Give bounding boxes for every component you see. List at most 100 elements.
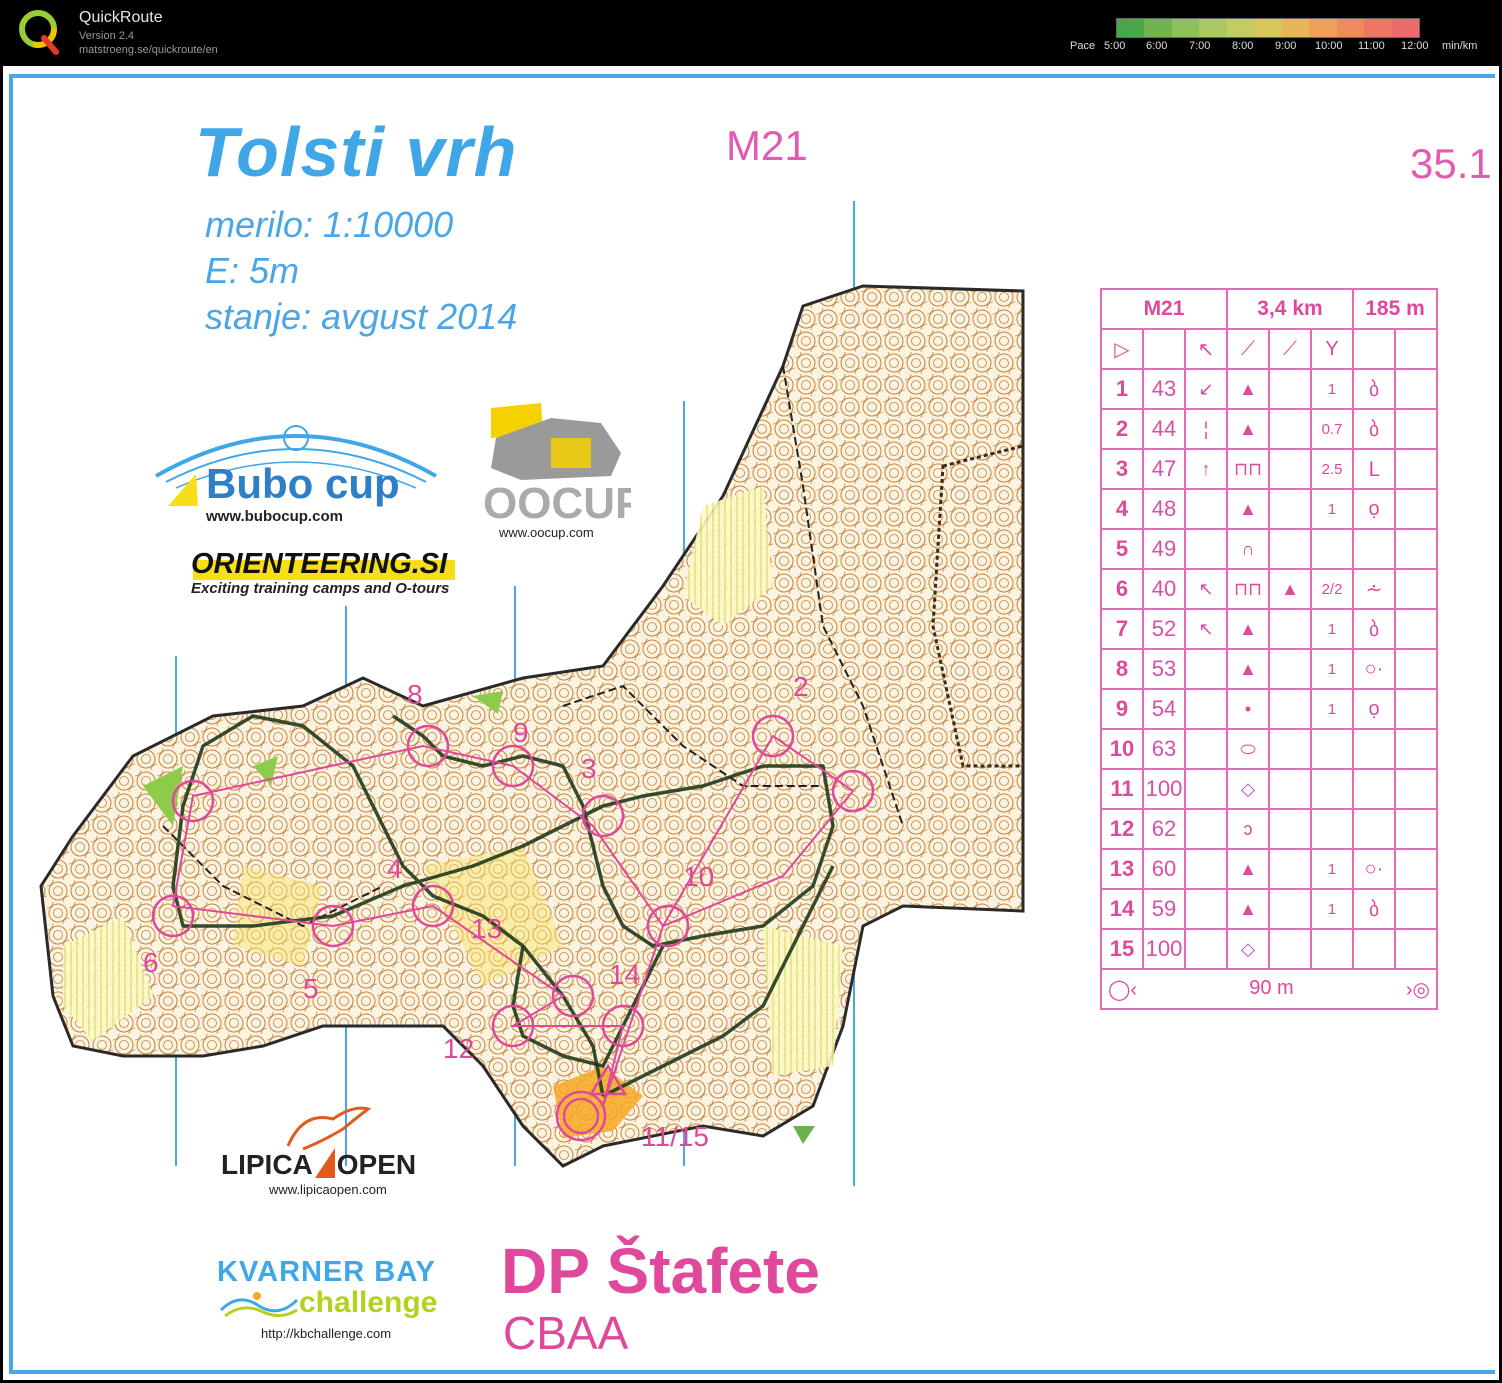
detail-icon: ọ	[1352, 488, 1396, 530]
empty-cell	[1394, 888, 1438, 930]
control-code: 60	[1142, 848, 1186, 890]
green-vegetation	[793, 1126, 815, 1144]
feature-icon: ▲	[1226, 608, 1270, 650]
feature-icon	[1268, 808, 1312, 850]
direction-icon	[1184, 768, 1228, 810]
pace-prefix: Pace	[1070, 40, 1096, 52]
empty-cell	[1394, 928, 1438, 970]
feature-icon	[1268, 688, 1312, 730]
feature-icon: ∩	[1226, 528, 1270, 570]
feature-icon: ◇	[1226, 768, 1270, 810]
app-url[interactable]: matstroeng.se/quickroute/en	[79, 44, 218, 56]
empty-cell	[1394, 848, 1438, 890]
description-row: 8 53 ▲ 1 ○·	[1100, 648, 1438, 690]
control-number: 14	[609, 959, 640, 990]
feature-icon: ⊓⊓	[1226, 448, 1270, 490]
direction-icon	[1184, 648, 1228, 690]
control-order: 2	[1100, 408, 1144, 450]
empty-cell	[1394, 528, 1438, 570]
map-canvas[interactable]: 2 3 4 5 6 8 9 10 12 13 14 11/15 Tolsti v…	[3, 66, 1499, 1380]
pace-color-segment	[1391, 19, 1419, 37]
description-row: 7 52 ↖ ▲ 1 ბ	[1100, 608, 1438, 650]
finish-distance: 90 m	[1249, 976, 1294, 999]
lipica-url[interactable]: www.lipicaopen.com	[269, 1182, 387, 1197]
empty-cell	[1394, 688, 1438, 730]
control-number: 12	[443, 1033, 474, 1064]
empty-cell	[1394, 448, 1438, 490]
detail-icon: ბ	[1352, 608, 1396, 650]
detail-icon: ○·	[1352, 848, 1396, 890]
lipica-open: OPEN	[336, 1149, 417, 1180]
feature-icon	[1268, 928, 1312, 970]
control-code: 62	[1142, 808, 1186, 850]
pace-label: 10:00	[1315, 40, 1343, 52]
bubo-url[interactable]: www.bubocup.com	[206, 508, 343, 525]
app-title: QuickRoute	[79, 9, 163, 26]
dimension-value: 1	[1310, 648, 1354, 690]
control-code: 59	[1142, 888, 1186, 930]
control-order: 12	[1100, 808, 1144, 850]
lipica-logo: LIPICA OPEN	[221, 1148, 416, 1181]
rough-open-area	[763, 926, 843, 1076]
detail-icon: ○·	[1352, 648, 1396, 690]
description-length: 3,4 km	[1226, 288, 1354, 330]
control-number: 11/15	[641, 1121, 709, 1152]
control-order: 15	[1100, 928, 1144, 970]
control-order: 13	[1100, 848, 1144, 890]
direction-icon: ↙	[1184, 368, 1228, 410]
feature-icon: ▲	[1226, 408, 1270, 450]
control-code: 40	[1142, 568, 1186, 610]
detail-icon: ბ	[1352, 888, 1396, 930]
control-code: 54	[1142, 688, 1186, 730]
detail-icon: ọ	[1352, 688, 1396, 730]
pace-color-segment	[1226, 19, 1255, 37]
control-number: 9	[513, 717, 529, 748]
kvarner-logo: KVARNER BAY	[217, 1256, 436, 1288]
detail-icon: ბ	[1352, 408, 1396, 450]
feature-icon: ▲	[1226, 888, 1270, 930]
feature-icon: ▲	[1226, 648, 1270, 690]
detail-icon	[1352, 528, 1396, 570]
dimension-value: 1	[1310, 688, 1354, 730]
feature-icon	[1268, 368, 1312, 410]
direction-icon: ↖	[1184, 568, 1228, 610]
direction-icon: ↑	[1184, 448, 1228, 490]
control-number: 6	[143, 947, 159, 978]
pace-color-segment	[1364, 19, 1392, 37]
kb-url[interactable]: http://kbchallenge.com	[261, 1326, 391, 1341]
empty-cell	[1394, 808, 1438, 850]
feature-icon: ▲	[1268, 568, 1312, 610]
direction-icon: ↖	[1184, 608, 1228, 650]
dimension-value: 2.5	[1310, 448, 1354, 490]
pace-color-segment	[1281, 19, 1310, 37]
dimension-value	[1310, 768, 1354, 810]
description-row: 15 100 ◇	[1100, 928, 1438, 970]
empty-cell	[1394, 608, 1438, 650]
control-code: 49	[1142, 528, 1186, 570]
control-number: 2	[793, 671, 809, 702]
detail-icon: ⩪	[1352, 568, 1396, 610]
quickroute-logo-icon	[19, 10, 59, 55]
control-order: 1	[1100, 368, 1144, 410]
map-scale: merilo: 1:10000	[205, 204, 454, 245]
map-code: 35.1	[1410, 140, 1492, 187]
empty-cell	[1394, 728, 1438, 770]
oocup-url[interactable]: www.oocup.com	[499, 525, 594, 540]
pace-color-segment	[1254, 19, 1282, 37]
feature-icon	[1268, 848, 1312, 890]
event-subtitle: CBAA	[503, 1307, 629, 1359]
pace-label: 8:00	[1232, 40, 1254, 52]
dimension-value: 0.7	[1310, 408, 1354, 450]
description-row: 6 40 ↖ ⊓⊓ ▲ 2/2 ⩪	[1100, 568, 1438, 610]
feature-icon: ⬭	[1226, 728, 1270, 770]
control-order: 9	[1100, 688, 1144, 730]
direction-icon	[1184, 688, 1228, 730]
control-order: 3	[1100, 448, 1144, 490]
empty-cell	[1394, 488, 1438, 530]
app-header: QuickRoute Version 2.4 matstroeng.se/qui…	[0, 0, 1502, 64]
direction-icon: ↖	[1184, 328, 1228, 370]
dimension-value	[1310, 728, 1354, 770]
description-climb: 185 m	[1352, 288, 1438, 330]
start-row: ▷ ↖ ⟋ ⟋ Y	[1100, 328, 1438, 370]
description-row: 2 44 ¦ ▲ 0.7 ბ	[1100, 408, 1438, 450]
